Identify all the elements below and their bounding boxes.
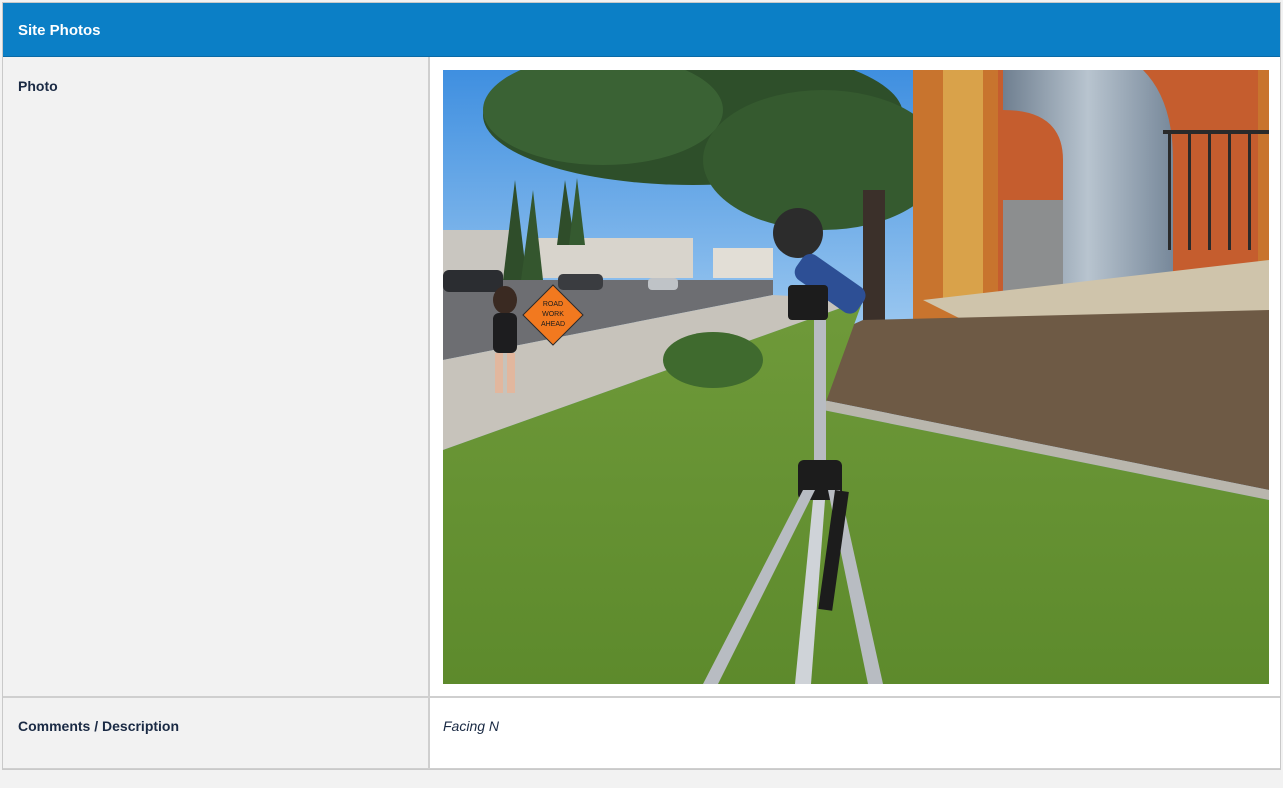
comments-value-cell: Facing N xyxy=(430,698,1280,768)
photo-label-cell: Photo xyxy=(3,57,430,696)
site-photo-image[interactable]: ROAD WORK AHEAD xyxy=(443,70,1269,684)
comments-label-cell: Comments / Description xyxy=(3,698,430,768)
photo-value-cell: ROAD WORK AHEAD xyxy=(430,57,1280,696)
photo-label: Photo xyxy=(18,78,58,94)
panel-header: Site Photos xyxy=(3,3,1280,57)
sign-line-1: ROAD xyxy=(543,301,563,308)
comments-row: Comments / Description Facing N xyxy=(3,698,1280,769)
photo-row: Photo ROAD WORK AHEAD xyxy=(3,57,1280,698)
sign-line-3: AHEAD xyxy=(541,321,565,328)
comments-value: Facing N xyxy=(443,718,500,734)
panel-title: Site Photos xyxy=(18,22,101,39)
sign-line-2: WORK xyxy=(542,311,564,318)
site-photos-panel: Site Photos Photo ROAD WORK AHEAD Commen… xyxy=(2,2,1281,770)
comments-label: Comments / Description xyxy=(18,718,180,734)
